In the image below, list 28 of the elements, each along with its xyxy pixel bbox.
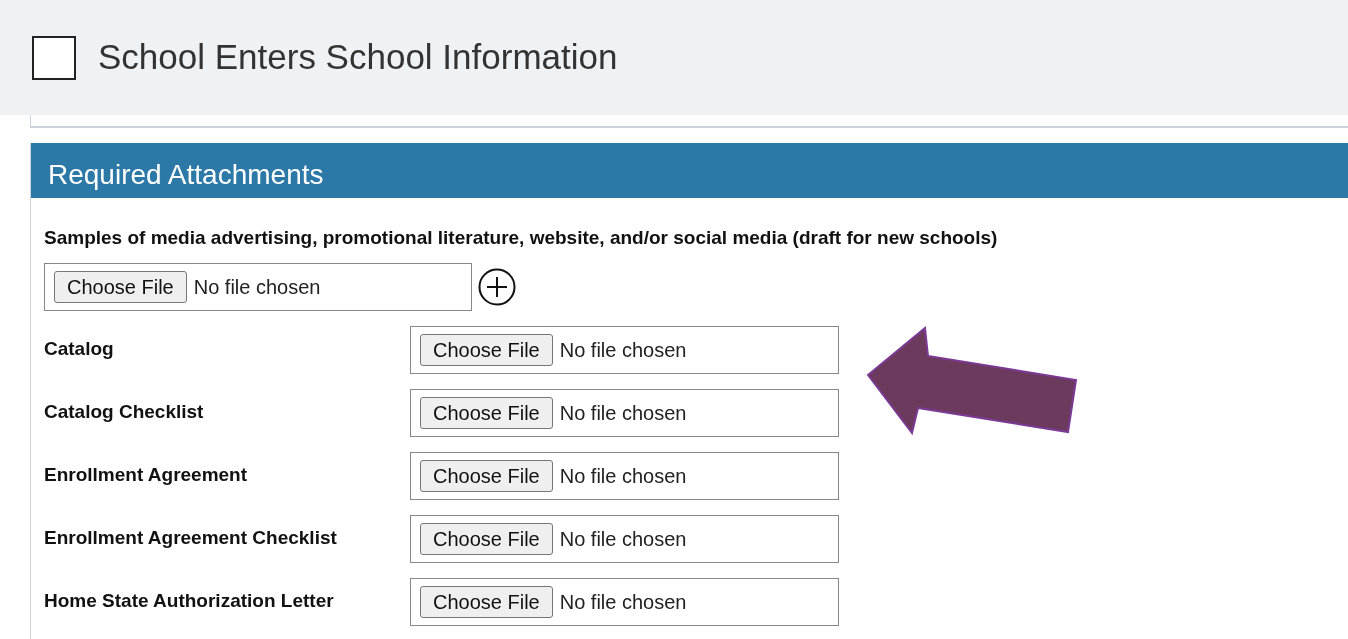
checkbox[interactable] (32, 35, 76, 80)
file-input[interactable]: Choose File No file chosen (44, 262, 472, 311)
file-input[interactable]: Choose File No file chosen (410, 325, 839, 374)
add-icon[interactable] (478, 267, 516, 306)
file-input[interactable]: Choose File No file chosen (410, 514, 839, 563)
field-label: Home State Authorization Letter (44, 589, 335, 614)
file-input[interactable]: Choose File No file chosen (410, 388, 839, 437)
file-status: No file chosen (193, 274, 321, 300)
file-status: No file chosen (559, 526, 687, 552)
field-label: Catalog Checklist (44, 400, 205, 425)
field-label: Catalog (44, 337, 115, 362)
choose-file-button[interactable]: Choose File (420, 522, 553, 555)
file-status: No file chosen (559, 337, 687, 363)
choose-file-button[interactable]: Choose File (420, 333, 553, 366)
choose-file-button[interactable]: Choose File (420, 396, 553, 429)
field-label: Enrollment Agreement Checklist (44, 526, 338, 551)
file-status: No file chosen (559, 400, 687, 426)
file-status: No file chosen (559, 589, 687, 615)
file-status: No file chosen (559, 463, 687, 489)
file-input[interactable]: Choose File No file chosen (410, 577, 839, 626)
page-title: School Enters School Information (98, 36, 618, 79)
choose-file-button[interactable]: Choose File (420, 459, 553, 492)
choose-file-button[interactable]: Choose File (420, 585, 553, 618)
choose-file-button[interactable]: Choose File (54, 270, 187, 303)
field-label: Samples of media advertising, promotional literature, website, and/or social media (draft for new schools) (44, 226, 999, 250)
file-input[interactable]: Choose File No file chosen (410, 451, 839, 500)
section-title: Required Attachments (48, 158, 324, 192)
field-label: Enrollment Agreement (44, 463, 249, 488)
